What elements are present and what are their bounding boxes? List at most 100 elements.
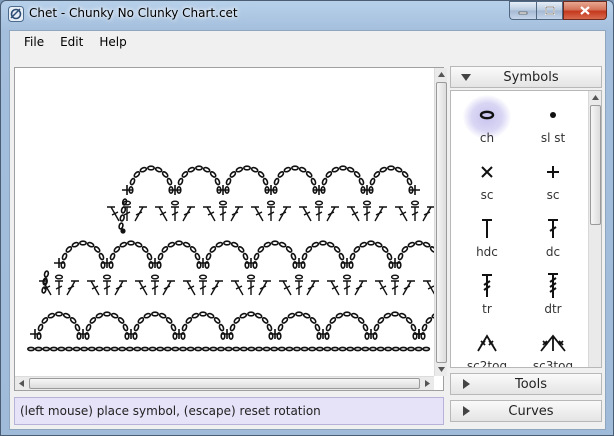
chart-chain-stitch bbox=[338, 252, 345, 261]
canvas-horizontal-scrollbar[interactable] bbox=[15, 376, 434, 390]
chart-chain-stitch bbox=[261, 317, 269, 324]
chart-chain-stitch bbox=[42, 346, 51, 352]
vertical-scroll-thumb[interactable] bbox=[436, 82, 447, 363]
chart-chain-stitch bbox=[414, 240, 423, 246]
chart-chain-stitch bbox=[384, 346, 393, 352]
scroll-up-icon[interactable] bbox=[435, 68, 448, 81]
chart-dc-stitch bbox=[354, 280, 367, 296]
chart-chain-stitch bbox=[74, 323, 81, 332]
chart-dc-stitch bbox=[391, 280, 399, 295]
crochet-chart[interactable] bbox=[15, 68, 434, 376]
chart-chain-stitch bbox=[283, 166, 292, 173]
chart-dc-stitch bbox=[343, 280, 351, 295]
symbols-panel-header[interactable]: Symbols bbox=[450, 66, 602, 88]
chart-chain-stitch bbox=[171, 346, 180, 352]
chart-chain-stitch bbox=[329, 317, 337, 324]
symbol-hdc[interactable]: hdc bbox=[455, 209, 519, 265]
symbol-sc[interactable]: sc bbox=[521, 152, 585, 208]
chart-dc-stitch bbox=[247, 280, 255, 295]
chart-chain-stitch bbox=[119, 241, 128, 248]
symbol-ch[interactable]: ch bbox=[455, 95, 519, 151]
chart-dc-stitch bbox=[55, 280, 63, 295]
scroll-down-icon[interactable] bbox=[435, 363, 448, 376]
chart-chain-stitch bbox=[394, 166, 403, 173]
chart-chain-stitch bbox=[247, 346, 256, 352]
symbol-tr[interactable]: tr bbox=[455, 266, 519, 322]
chart-chain-stitch bbox=[141, 346, 150, 352]
chart-chain-stitch bbox=[330, 346, 339, 352]
chart-dc-stitch bbox=[230, 206, 243, 222]
symbol-sl-st[interactable]: sl st bbox=[521, 95, 585, 151]
app-icon bbox=[8, 6, 24, 22]
expand-triangle-icon bbox=[462, 406, 470, 416]
symbols-scrollbar[interactable] bbox=[588, 91, 601, 367]
symbol-label: sc bbox=[480, 188, 494, 202]
chart-dc-stitch bbox=[363, 206, 371, 221]
chart-chain-stitch bbox=[151, 311, 160, 317]
chart-dc-stitch bbox=[231, 280, 244, 296]
chart-chain-stitch bbox=[379, 166, 388, 173]
chart-canvas[interactable] bbox=[14, 67, 447, 391]
chart-chain-stitch bbox=[54, 311, 63, 317]
scroll-left-icon[interactable] bbox=[15, 377, 28, 390]
chart-chain-stitch bbox=[161, 246, 169, 253]
chart-chain-stitch bbox=[93, 246, 101, 253]
symbol-sc[interactable]: sc bbox=[455, 152, 519, 208]
chart-chain-stitch bbox=[161, 171, 169, 178]
expand-triangle-icon bbox=[462, 379, 470, 389]
chart-chain-stitch bbox=[117, 317, 125, 324]
chart-chain-stitch bbox=[353, 246, 361, 253]
chart-chain-stitch bbox=[122, 323, 129, 332]
maximize-button[interactable] bbox=[536, 1, 563, 20]
chart-chain-stitch bbox=[233, 317, 241, 324]
chart-chain-stitch bbox=[362, 323, 369, 332]
horizontal-scroll-thumb[interactable] bbox=[29, 378, 420, 389]
symbols-scroll-thumb[interactable] bbox=[590, 105, 601, 225]
tools-panel-header[interactable]: Tools bbox=[450, 373, 602, 395]
curves-panel-header[interactable]: Curves bbox=[450, 400, 602, 422]
curves-panel-title: Curves bbox=[508, 403, 554, 419]
chart-chain-stitch bbox=[369, 177, 376, 186]
symbol-label: dc bbox=[545, 245, 561, 259]
symbol-sc3tog[interactable]: sc3tog bbox=[521, 323, 585, 367]
scroll-right-icon[interactable] bbox=[421, 377, 434, 390]
app-window: Chet - Chunky No Clunky Chart.cet File E… bbox=[0, 0, 614, 436]
chart-chain-stitch bbox=[326, 241, 335, 248]
chart-chain-stitch bbox=[386, 252, 393, 261]
chart-chain-stitch bbox=[318, 240, 327, 246]
chart-chain-stitch bbox=[185, 317, 193, 324]
menu-edit[interactable]: Edit bbox=[52, 31, 91, 53]
chart-chain-stitch bbox=[331, 166, 340, 173]
chart-chain-stitch bbox=[186, 346, 195, 352]
symbols-scroll-up-icon[interactable] bbox=[589, 91, 601, 104]
chart-chain-stitch bbox=[189, 246, 197, 253]
symbol-sc2tog[interactable]: sc2tog bbox=[455, 323, 519, 367]
chart-chain-stitch bbox=[103, 311, 112, 317]
menu-help[interactable]: Help bbox=[91, 31, 134, 53]
chart-dc-stitch bbox=[279, 280, 292, 296]
chart-dc-stitch bbox=[374, 206, 387, 222]
chart-dc-stitch bbox=[210, 280, 223, 296]
title-bar[interactable]: Chet - Chunky No Clunky Chart.cet bbox=[1, 1, 613, 27]
chart-chain-stitch bbox=[325, 323, 332, 332]
chart-chain-stitch bbox=[353, 171, 361, 178]
chart-chain-stitch bbox=[150, 274, 160, 280]
chart-chain-stitch bbox=[398, 312, 407, 319]
chart-chain-stitch bbox=[335, 312, 344, 319]
chart-dc-stitch bbox=[66, 280, 79, 296]
canvas-vertical-scrollbar[interactable] bbox=[434, 68, 447, 376]
single-crochet-plus-icon bbox=[521, 158, 585, 186]
close-button[interactable] bbox=[563, 1, 607, 20]
chart-chain-stitch bbox=[325, 171, 333, 178]
symbol-dtr[interactable]: dtr bbox=[521, 266, 585, 322]
minimize-button[interactable] bbox=[509, 1, 536, 20]
chart-chain-stitch bbox=[127, 240, 136, 246]
chart-chain-stitch bbox=[338, 165, 347, 171]
chart-chain-stitch bbox=[314, 200, 324, 206]
menu-file[interactable]: File bbox=[16, 31, 52, 53]
chart-chain-stitch bbox=[198, 274, 208, 280]
chart-chain-stitch bbox=[401, 171, 409, 178]
symbol-dc[interactable]: dc bbox=[521, 209, 585, 265]
chart-chain-stitch bbox=[290, 252, 297, 261]
chart-chain-stitch bbox=[215, 241, 224, 248]
